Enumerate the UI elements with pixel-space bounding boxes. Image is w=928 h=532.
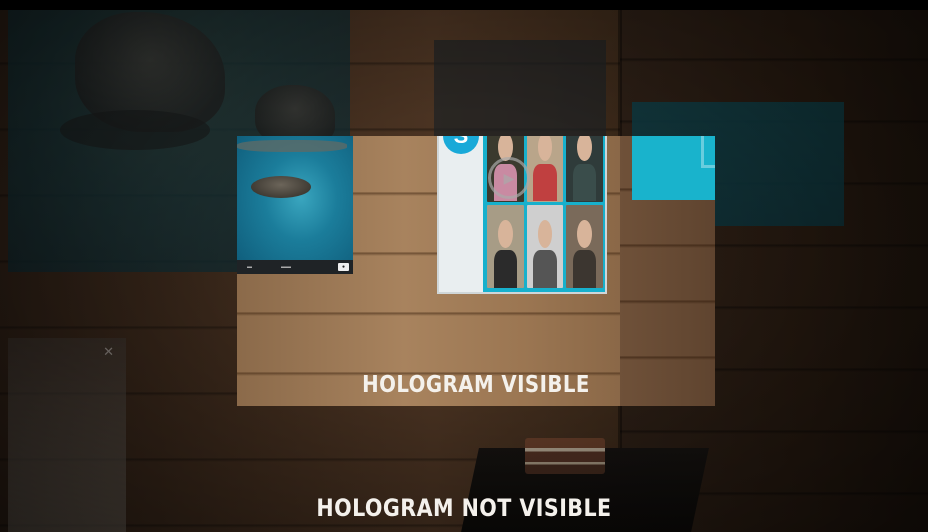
photo-hologram: ▬ ▬▬ ● bbox=[237, 136, 353, 274]
participant-video-tile[interactable] bbox=[526, 204, 564, 288]
letterbox-bar bbox=[0, 0, 928, 10]
sea-rock bbox=[251, 176, 311, 198]
hologram-field-of-view: ▬ ▬▬ ● S HOLOGRAM VISIBLE bbox=[237, 136, 715, 406]
photo-toolbar: ▬ ▬▬ ● bbox=[237, 260, 353, 274]
participant-video-tile[interactable] bbox=[566, 136, 603, 202]
skype-hologram-window: S bbox=[437, 136, 607, 294]
skype-icon: S bbox=[443, 136, 479, 154]
caption-hologram-visible: HOLOGRAM VISIBLE bbox=[362, 372, 590, 398]
photo-toolbar-button[interactable]: ● bbox=[337, 263, 349, 271]
video-frame bbox=[701, 136, 715, 168]
video-hologram-tile[interactable] bbox=[632, 136, 715, 200]
participant-video-tile[interactable] bbox=[526, 136, 564, 202]
shore-rock bbox=[237, 140, 347, 152]
participant-video-tile[interactable] bbox=[566, 204, 603, 288]
photo-toolbar-item[interactable]: ▬▬ bbox=[281, 260, 291, 274]
participant-video-tile[interactable] bbox=[487, 204, 524, 288]
play-icon[interactable]: ▶ bbox=[488, 157, 530, 199]
mixed-reality-scene: ✕ ▬ ▬▬ ● S bbox=[0, 0, 928, 532]
caption-hologram-not-visible: HOLOGRAM NOT VISIBLE bbox=[316, 494, 612, 522]
photo-toolbar-item[interactable]: ▬ bbox=[247, 260, 252, 274]
